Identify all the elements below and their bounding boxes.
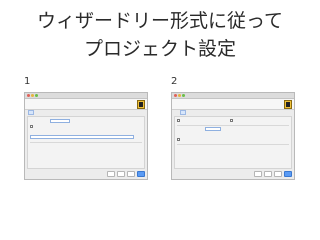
window-controls: [27, 94, 38, 97]
form-row-2: [30, 125, 34, 130]
wizard-tab-1[interactable]: [28, 110, 34, 115]
back-button[interactable]: [264, 171, 272, 177]
wizard-screenshot-step-2: [171, 92, 295, 180]
zoom-dot-icon: [182, 94, 185, 97]
next-button[interactable]: [284, 171, 292, 177]
wizard-tab-2[interactable]: [180, 110, 186, 115]
divider: [177, 144, 289, 145]
cancel-button[interactable]: [274, 171, 282, 177]
cancel-button[interactable]: [127, 171, 135, 177]
minimize-dot-icon: [31, 94, 34, 97]
zoom-dot-icon: [35, 94, 38, 97]
minimize-dot-icon: [178, 94, 181, 97]
option-checkbox[interactable]: [30, 125, 33, 128]
close-dot-icon: [174, 94, 177, 97]
next-button[interactable]: [137, 171, 145, 177]
wizard-buttons: [107, 171, 145, 177]
divider: [177, 125, 289, 126]
project-name-field[interactable]: [50, 119, 70, 123]
option-checkbox-a[interactable]: [177, 119, 180, 122]
close-dot-icon: [27, 94, 30, 97]
step-number-1: 1: [24, 76, 31, 87]
location-field[interactable]: [30, 135, 134, 139]
wizard-tab-1[interactable]: [175, 110, 179, 115]
wizard-tabs: [25, 110, 147, 115]
wizard-header: [172, 99, 294, 110]
wizard-tab-2[interactable]: [35, 110, 39, 115]
form-row-1: [177, 119, 181, 124]
wizard-body: [27, 116, 145, 169]
window-controls: [174, 94, 185, 97]
divider: [30, 142, 142, 143]
wizard-buttons: [254, 171, 292, 177]
option-checkbox-b[interactable]: [230, 119, 233, 122]
app-logo-icon: [284, 100, 292, 109]
app-logo-icon: [137, 100, 145, 109]
form-row-2: [230, 119, 234, 124]
option-checkbox-c[interactable]: [177, 138, 180, 141]
version-field[interactable]: [205, 127, 221, 131]
form-row-5: [177, 138, 181, 143]
help-button[interactable]: [107, 171, 115, 177]
wizard-screenshot-step-1: [24, 92, 148, 180]
wizard-tab-3[interactable]: [187, 110, 191, 115]
back-button[interactable]: [117, 171, 125, 177]
slide-title-line-2: プロジェクト設定: [83, 38, 236, 60]
wizard-body: [174, 116, 292, 169]
wizard-header: [25, 99, 147, 110]
wizard-tabs: [172, 110, 294, 115]
slide-title-line-1: ウィザードリー形式に従って: [36, 10, 284, 32]
help-button[interactable]: [254, 171, 262, 177]
wizard-tab-3[interactable]: [40, 110, 44, 115]
step-number-2: 2: [171, 76, 178, 87]
